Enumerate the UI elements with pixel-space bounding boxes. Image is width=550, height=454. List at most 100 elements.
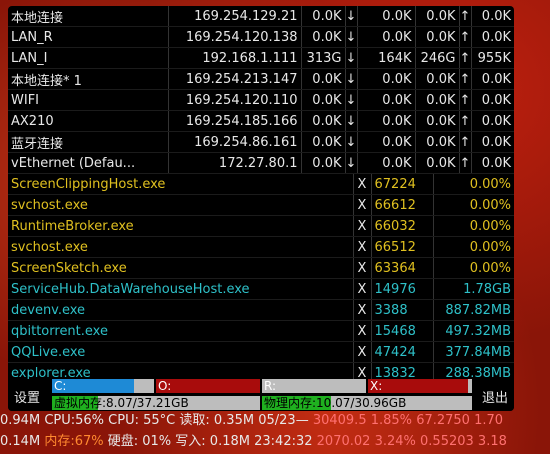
disk-write: 写入: 0.18M [175,434,250,449]
network-row: 本地连接* 1169.254.213.1470.0K↓:0.0K0.0K↑:0.… [8,68,514,90]
network-row: WIFI169.254.120.1100.0K↓:0.0K0.0K↑:0.0K [8,89,514,111]
process-row: ScreenClippingHost.exe X 67224 0.00% [8,174,514,195]
disk-r-label: R: [264,379,277,393]
network-upload-total: 0.0K [301,110,346,132]
disk-c-label: C: [54,379,67,393]
process-row: svchost.exe X 66512 0.00% [8,236,514,258]
network-adapter-name: LAN_R [8,26,169,48]
process-row: qbittorrent.exe X 15468 497.32MB [8,320,514,342]
network-row: LAN_I192.168.1.111313G↓:164K246G↑:955K [8,47,514,69]
process-pid: 14976 [371,278,434,300]
virtual-memory-bar: 虚拟内存:8.07/37.21GB [52,396,260,410]
network-row: 蓝牙连接169.254.86.1610.0K↓:0.0K0.0K↑:0.0K [8,131,514,153]
up-arrow-icon: ↑: [459,47,472,69]
network-row: 本地连接169.254.129.210.0K↓:0.0K0.0K↑:0.0K [8,6,514,27]
process-usage: 377.84MB [433,341,514,363]
network-row: AX210169.254.185.1660.0K↓:0.0K0.0K↑:0.0K [8,110,514,132]
kill-process-button[interactable]: X [353,299,372,321]
network-upload-rate: 0.0K [471,152,514,174]
kill-process-button[interactable]: X [353,215,372,237]
network-download-rate: 0.0K [415,110,460,132]
network-download-total: 0.0K [357,152,416,174]
network-download-rate: 0.0K [415,6,460,27]
cpu-temperature: CPU: 55°C [108,413,176,428]
bottom-bar: 设置 C: O: R: X: 虚拟内存:8.07/37.21GB 物理内存:10… [8,379,514,411]
process-usage: 0.00% [433,194,514,216]
kill-process-button[interactable]: X [353,194,372,216]
network-adapter-name: WIFI [8,89,169,111]
disk-o-label: O: [158,379,172,393]
exit-button[interactable]: 退出 [482,387,508,406]
network-ip: 169.254.213.147 [168,68,302,90]
process-usage: 0.00% [433,236,514,258]
up-arrow-icon: ↑: [459,152,472,174]
disk-r-bar: R: [262,379,366,393]
process-name: ServiceHub.DataWarehouseHost.exe [8,278,354,300]
process-name: ScreenClippingHost.exe [8,174,354,195]
kill-process-button[interactable]: X [353,236,372,258]
status-row-1: 0.94M CPU:56% CPU: 55°C 读取: 0.35M 05/23—… [0,411,503,431]
ticker-value-8: 3.18 [477,434,507,449]
process-pid: 66512 [371,236,434,258]
network-download-total: 0.0K [357,110,416,132]
process-usage: 0.00% [433,215,514,237]
process-pid: 47424 [371,341,434,363]
physical-memory-label: 物理内存:10.07/30.96GB [264,396,407,410]
network-download-rate: 246G [415,47,460,69]
up-arrow-icon: ↑: [459,131,472,153]
kill-process-button[interactable]: X [353,174,372,195]
settings-button[interactable]: 设置 [14,387,40,406]
network-download-rate: 0.0K [415,89,460,111]
network-upload-total: 313G [301,47,346,69]
process-row: devenv.exe X 3388 887.82MB [8,299,514,321]
down-arrow-icon: ↓: [345,26,358,48]
kill-process-button[interactable]: X [353,257,372,279]
network-ip: 169.254.120.138 [168,26,302,48]
down-arrow-icon: ↓: [345,89,358,111]
kill-process-button[interactable]: X [353,320,372,342]
network-upload-total: 0.0K [301,6,346,27]
taskbar-status: 0.94M CPU:56% CPU: 55°C 读取: 0.35M 05/23—… [0,411,550,454]
memory-usage: 内存:67% [44,434,104,449]
network-upload-rate: 0.0K [471,89,514,111]
down-arrow-icon: ↓: [345,131,358,153]
down-arrow-icon: ↓: [345,68,358,90]
monitor-panel: 本地连接169.254.129.210.0K↓:0.0K0.0K↑:0.0KLA… [8,6,514,411]
process-usage: 0.00% [433,257,514,279]
up-arrow-icon: ↑: [459,110,472,132]
ticker-value-5: 2070.02 [316,434,371,449]
network-ip: 169.254.86.161 [168,131,302,153]
network-upload-rate: 955K [471,47,514,69]
network-adapter-name: 蓝牙连接 [8,131,169,153]
up-arrow-icon: ↑: [459,26,472,48]
disk-o-fill [156,379,260,393]
network-download-rate: 0.0K [415,152,460,174]
network-upload-rate: 0.0K [471,110,514,132]
process-name: svchost.exe [8,236,354,258]
down-arrow-icon: ↓: [345,110,358,132]
process-pid: 66612 [371,194,434,216]
disk-x-fill [368,379,468,393]
kill-process-button[interactable]: X [353,341,372,363]
status-time: 23:42:32 [254,434,313,449]
process-row: ServiceHub.DataWarehouseHost.exe X 14976 1.… [8,278,514,300]
down-arrow-icon: ↓: [345,152,358,174]
up-arrow-icon: ↑: [459,68,472,90]
process-name: svchost.exe [8,194,354,216]
process-name: qbittorrent.exe [8,320,354,342]
network-ip: 169.254.129.21 [168,6,302,27]
network-ip: 192.168.1.111 [168,47,302,69]
network-row: LAN_R169.254.120.1380.0K↓:0.0K0.0K↑:0.0K [8,26,514,48]
network-download-rate: 0.0K [415,131,460,153]
process-row: svchost.exe X 66612 0.00% [8,194,514,216]
up-arrow-icon: ↑: [459,6,472,27]
network-upload-rate: 0.0K [471,26,514,48]
network-download-rate: 0.0K [415,68,460,90]
process-pid: 66032 [371,215,434,237]
network-adapter-name: vEthernet (Defau... [8,152,169,174]
network-upload-total: 0.0K [301,89,346,111]
process-name: QQLive.exe [8,341,354,363]
kill-process-button[interactable]: X [353,278,372,300]
process-row: RuntimeBroker.exe X 66032 0.00% [8,215,514,237]
process-name: ScreenSketch.exe [8,257,354,279]
